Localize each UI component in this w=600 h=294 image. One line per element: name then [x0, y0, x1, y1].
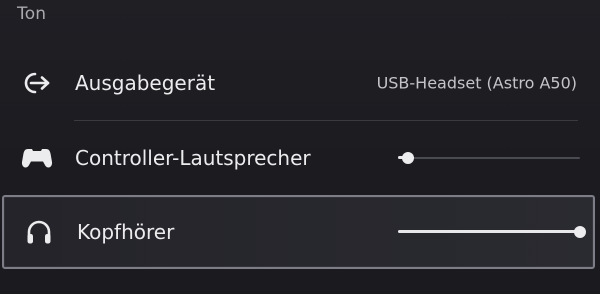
output-device-icon [20, 69, 54, 97]
gamepad-icon [20, 144, 54, 172]
section-title: Ton [17, 4, 47, 24]
headphones-volume-slider[interactable] [398, 226, 586, 238]
output-device-row[interactable]: Ausgabegerät USB-Headset (Astro A50) [2, 46, 595, 120]
slider-knob[interactable] [574, 226, 586, 238]
output-device-value: USB-Headset (Astro A50) [376, 73, 577, 93]
output-device-label: Ausgabegerät [75, 71, 216, 95]
controller-speaker-volume-slider[interactable] [398, 152, 580, 164]
controller-speaker-label: Controller-Lautsprecher [75, 146, 311, 170]
headphones-row[interactable]: Kopfhörer [2, 195, 595, 269]
headphones-icon [22, 218, 56, 246]
slider-track [398, 157, 580, 159]
controller-speaker-row[interactable]: Controller-Lautsprecher [2, 121, 595, 195]
slider-fill [398, 230, 580, 233]
headphones-label: Kopfhörer [77, 220, 175, 244]
slider-knob[interactable] [402, 152, 414, 164]
